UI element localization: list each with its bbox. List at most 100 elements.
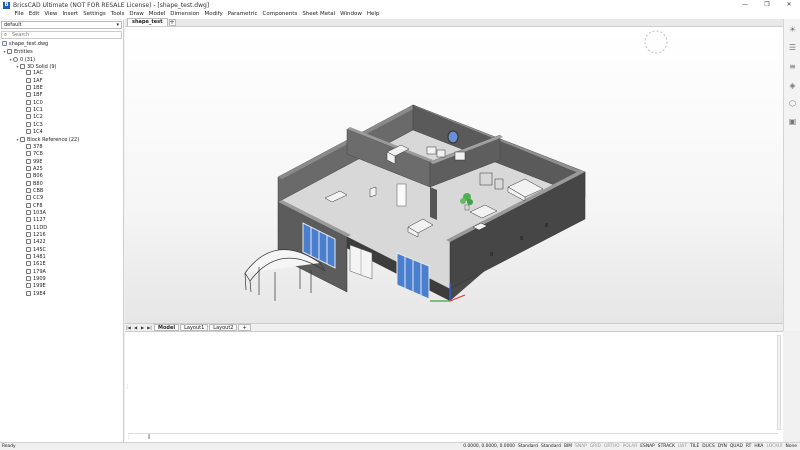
tree-item-block[interactable]: B06: [0, 173, 123, 180]
tree-item-block[interactable]: 1909: [0, 276, 123, 283]
bim-icon[interactable]: ▣: [788, 117, 797, 126]
menu-view[interactable]: View: [42, 10, 60, 19]
maximize-button[interactable]: ❐: [756, 0, 778, 10]
workspace-select[interactable]: default ▾: [1, 21, 122, 29]
prev-layout-button[interactable]: ◀: [132, 324, 139, 331]
block-icon: [26, 261, 31, 267]
tab-model[interactable]: Model: [154, 324, 180, 331]
window-title: BricsCAD Ultimate (NOT FOR RESALE Licens…: [13, 1, 210, 9]
status-toggle-none[interactable]: None: [786, 443, 797, 450]
tab-shape-test[interactable]: shape_test: [127, 18, 168, 26]
solid-icon: [26, 114, 31, 120]
minimize-button[interactable]: —: [734, 0, 756, 10]
status-toggle-ortho[interactable]: ORTHO: [604, 443, 620, 450]
status-toggle-grid[interactable]: GRID: [590, 443, 601, 450]
close-button[interactable]: ✕: [778, 0, 800, 10]
tree-item-block[interactable]: 1127: [0, 217, 123, 224]
tree-item-block-reference-group[interactable]: ▾ Block Reference (22): [0, 136, 123, 143]
properties-icon[interactable]: ☰: [788, 43, 797, 52]
tree-item-layer[interactable]: ▾ 0 (31): [0, 56, 123, 63]
menu-dimension[interactable]: Dimension: [168, 10, 202, 19]
menu-help[interactable]: Help: [364, 10, 382, 19]
tree-item-label: 1AF: [33, 77, 43, 84]
tree-item-block[interactable]: 1481: [0, 253, 123, 261]
status-toggle-hka[interactable]: HKA: [754, 443, 763, 450]
status-toggle-standard[interactable]: Standard: [518, 443, 538, 450]
tree-item-block[interactable]: 145C: [0, 246, 123, 254]
menu-modify[interactable]: Modify: [202, 10, 225, 19]
tree-item-block[interactable]: B80: [0, 180, 123, 188]
status-toggle-polar[interactable]: POLAR: [623, 443, 638, 450]
block-icon: [26, 158, 31, 164]
tree-item-block[interactable]: 7C8: [0, 151, 123, 158]
tree-item-block[interactable]: 1216: [0, 231, 123, 239]
panel-grip-icon[interactable]: ⋮: [125, 384, 130, 394]
model-viewport[interactable]: [125, 27, 783, 323]
tree-item-solid[interactable]: 1C1: [0, 107, 123, 114]
menu-window[interactable]: Window: [338, 10, 365, 19]
tree-item-block[interactable]: 11DD: [0, 224, 123, 232]
tree-item-file[interactable]: shape_test.dwg: [0, 41, 123, 48]
status-toggle-tile[interactable]: TILE: [690, 443, 699, 450]
menu-tools[interactable]: Tools: [108, 10, 127, 19]
tab-layout1[interactable]: Layout1: [180, 324, 209, 331]
cube-icon[interactable]: ⬡: [788, 99, 797, 108]
status-toggle-standard[interactable]: Standard: [541, 443, 561, 450]
tree-item-solid[interactable]: 1C2: [0, 114, 123, 121]
block-icon: [26, 253, 31, 259]
add-layout-button[interactable]: +: [238, 324, 251, 331]
status-toggle-strack[interactable]: STRACK: [658, 443, 675, 450]
tree-item-block[interactable]: 179A: [0, 268, 123, 276]
tree-item-block[interactable]: 19E4: [0, 290, 123, 298]
status-toggle-rt[interactable]: RT: [746, 443, 751, 450]
tree-item-block[interactable]: A25: [0, 165, 123, 173]
tree-item-block[interactable]: 1422: [0, 239, 123, 246]
tree-item-solid[interactable]: 1AC: [0, 70, 123, 77]
menu-edit[interactable]: Edit: [26, 10, 42, 19]
new-tab-button[interactable]: +: [168, 19, 176, 26]
status-toggle-ducs[interactable]: DUCS: [702, 443, 714, 450]
tab-layout2[interactable]: Layout2: [209, 324, 238, 331]
tree-item-solid[interactable]: 1C0: [0, 99, 123, 107]
menu-components[interactable]: Components: [260, 10, 300, 19]
menu-parametric[interactable]: Parametric: [225, 10, 260, 19]
tree-item-block[interactable]: 378: [0, 143, 123, 151]
tree-item-solid[interactable]: 1BF: [0, 92, 123, 99]
status-toggle-quad[interactable]: QUAD: [730, 443, 743, 450]
first-layout-button[interactable]: |◀: [125, 324, 132, 331]
tree-item-block[interactable]: CBB: [0, 187, 123, 195]
tree-item-solid[interactable]: 1C3: [0, 121, 123, 129]
command-input[interactable]: : I: [128, 433, 778, 441]
tree-item-block[interactable]: CC9: [0, 195, 123, 202]
search-input[interactable]: ⌕ Search: [1, 31, 122, 39]
status-toggle-lockui[interactable]: LOCKUI: [766, 443, 782, 450]
sliders-icon[interactable]: ≡: [788, 62, 797, 71]
last-layout-button[interactable]: ▶|: [146, 324, 153, 331]
menu-sheet-metal[interactable]: Sheet Metal: [300, 10, 338, 19]
tree-item-solid[interactable]: 1BE: [0, 85, 123, 92]
tree-item-block[interactable]: 99E: [0, 158, 123, 166]
next-layout-button[interactable]: ▶: [139, 324, 146, 331]
tree-item-solid[interactable]: 1AF: [0, 77, 123, 85]
status-toggle-bim[interactable]: BIM: [564, 443, 572, 450]
menu-insert[interactable]: Insert: [60, 10, 81, 19]
tree-item-block[interactable]: 161E: [0, 261, 123, 268]
tree-item-solid[interactable]: 1C4: [0, 129, 123, 136]
status-toggle-esnap[interactable]: ESNAP: [640, 443, 655, 450]
solid-icon: [20, 64, 25, 70]
layers-icon[interactable]: ◈: [788, 81, 797, 90]
status-toggle-lwt[interactable]: LWT: [678, 443, 687, 450]
status-toggle-dyn[interactable]: DYN: [718, 443, 727, 450]
menu-settings[interactable]: Settings: [81, 10, 109, 19]
tree-item-block[interactable]: 103A: [0, 209, 123, 217]
command-history-scrollbar[interactable]: [777, 335, 781, 430]
view-cube-icon[interactable]: [644, 30, 668, 54]
tree-item-block[interactable]: CF8: [0, 202, 123, 210]
tree-item-3d-solid-group[interactable]: ▾ 3D Solid (9): [0, 63, 123, 70]
tree-item-entities[interactable]: ▾ Entities: [0, 48, 123, 55]
coordinate-readout[interactable]: 0.0000, 0.0000, 0.0000: [463, 443, 515, 450]
tree-item-block[interactable]: 199E: [0, 283, 123, 290]
menu-file[interactable]: File: [12, 10, 26, 19]
lightbulb-icon[interactable]: ☀: [788, 25, 797, 34]
status-toggle-snap[interactable]: SNAP: [575, 443, 587, 450]
